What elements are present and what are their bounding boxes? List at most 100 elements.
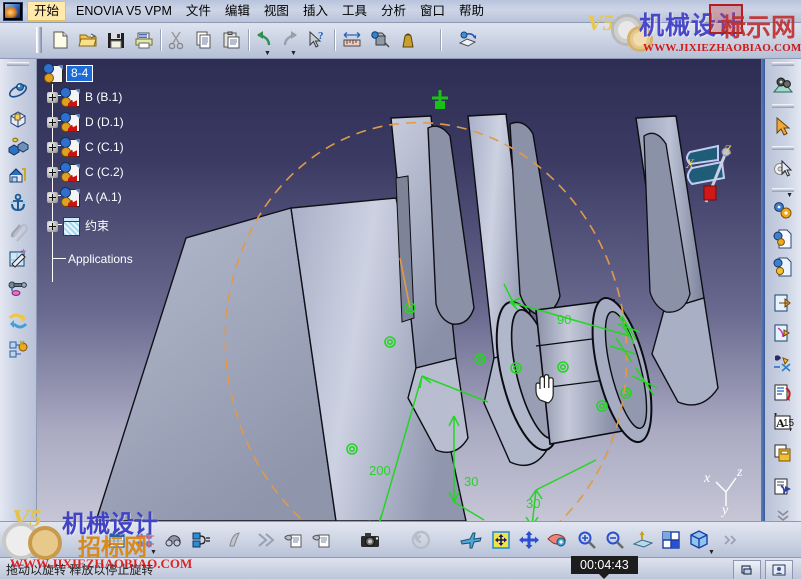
multi-view-button[interactable] xyxy=(658,527,684,553)
manipulation-button[interactable] xyxy=(5,78,31,104)
clash-detect-button[interactable] xyxy=(5,134,31,160)
menu-file[interactable]: 文件 xyxy=(179,1,218,21)
menu-edit[interactable]: 编辑 xyxy=(218,1,257,21)
tree-item-c-2[interactable]: C (C.2) xyxy=(47,161,126,183)
window-restore-button[interactable] xyxy=(733,560,761,579)
left-toolbar-grip[interactable] xyxy=(7,62,29,66)
assembly-feature-button[interactable] xyxy=(5,162,31,188)
measure-between-button[interactable] xyxy=(340,28,364,52)
sketch-button[interactable] xyxy=(5,246,31,272)
move-dropdown-arrow-icon[interactable]: ▼ xyxy=(150,549,157,556)
measure-inertia-button[interactable] xyxy=(396,28,420,52)
fix-component-button[interactable] xyxy=(5,190,31,216)
manipulate-button[interactable] xyxy=(160,527,186,553)
menu-window[interactable]: 窗口 xyxy=(413,1,452,21)
zoom-in-button[interactable] xyxy=(574,527,600,553)
axis-triad xyxy=(715,477,737,506)
rotate-button[interactable] xyxy=(544,527,570,553)
save-button[interactable] xyxy=(104,28,128,52)
contact-constraint-button[interactable] xyxy=(5,218,31,244)
menu-enovia[interactable]: ENOVIA V5 VPM xyxy=(69,1,179,21)
undo-dropdown-arrow-icon[interactable]: ▼ xyxy=(264,50,271,57)
right-toolbar-grip-4[interactable] xyxy=(772,188,794,192)
vertical-scrollbar[interactable] xyxy=(761,58,765,521)
svg-text:15: 15 xyxy=(783,418,794,429)
tree-item-c-1[interactable]: C (C.1) xyxy=(47,136,126,158)
menu-view[interactable]: 视图 xyxy=(257,1,296,21)
expand-plus-icon[interactable] xyxy=(47,91,58,103)
expand-plus-icon[interactable] xyxy=(47,220,58,232)
grid-button[interactable] xyxy=(104,527,130,553)
info-button[interactable] xyxy=(765,560,793,579)
expand-plus-icon[interactable] xyxy=(47,116,58,128)
undo-button[interactable] xyxy=(252,28,276,52)
axis-x-label: x xyxy=(703,471,711,486)
mechanism-button[interactable] xyxy=(5,274,31,300)
apply-material-button[interactable] xyxy=(224,527,250,553)
whats-this-button[interactable]: ? xyxy=(304,28,328,52)
render-button[interactable] xyxy=(408,527,434,553)
menu-analyze[interactable]: 分析 xyxy=(374,1,413,21)
normal-view-button[interactable] xyxy=(630,527,656,553)
product-structure-button[interactable] xyxy=(770,72,796,98)
tree-item-d-1[interactable]: D (D.1) xyxy=(47,111,126,133)
open-button[interactable] xyxy=(76,28,100,52)
menu-insert[interactable]: 插入 xyxy=(296,1,335,21)
report-button[interactable] xyxy=(770,474,796,500)
export-button[interactable] xyxy=(770,290,796,316)
new-button[interactable] xyxy=(48,28,72,52)
capture-album-button[interactable] xyxy=(308,527,334,553)
cut-button[interactable] xyxy=(164,28,188,52)
expand-plus-icon[interactable] xyxy=(47,191,58,203)
new-product-button[interactable] xyxy=(770,254,796,280)
catia-application-window: 开始 ENOVIA V5 VPM 文件 编辑 视图 插入 工具 分析 窗口 帮助… xyxy=(0,0,801,579)
explode-button[interactable] xyxy=(5,106,31,132)
compass-x-label: X xyxy=(685,156,695,171)
print-button[interactable] xyxy=(132,28,156,52)
3d-viewport[interactable]: 90 200 30 30 X Z x y z 8-4 B (B.1) D (D.… xyxy=(36,58,765,521)
update-button[interactable] xyxy=(456,28,480,52)
import-button[interactable] xyxy=(770,320,796,346)
tree-item-b-1[interactable]: B (B.1) xyxy=(47,86,124,108)
tree-root-product[interactable]: 8-4 xyxy=(44,62,94,84)
expand-plus-icon[interactable] xyxy=(47,141,58,153)
annotation-button[interactable] xyxy=(770,380,796,406)
flexible-button[interactable] xyxy=(5,308,31,334)
paint-button[interactable] xyxy=(770,350,796,376)
tree-item-a-1[interactable]: A (A.1) xyxy=(47,186,124,208)
toolbar-grip[interactable] xyxy=(36,27,42,53)
text-label-button[interactable]: A 15 xyxy=(770,410,796,436)
tree-item-applications[interactable]: Applications xyxy=(66,248,135,270)
paste-button[interactable] xyxy=(220,28,244,52)
redo-button[interactable] xyxy=(278,28,302,52)
fly-mode-button[interactable] xyxy=(458,527,484,553)
select-button[interactable] xyxy=(770,114,796,140)
right-toolbar-grip-2[interactable] xyxy=(772,104,794,108)
windows-logo-icon[interactable] xyxy=(3,1,23,21)
right-toolbar-grip[interactable] xyxy=(772,62,794,66)
new-part-button[interactable] xyxy=(770,226,796,252)
selection-set-button[interactable] xyxy=(770,156,796,182)
redo-dropdown-arrow-icon[interactable]: ▼ xyxy=(290,50,297,57)
right-toolbar-grip-3[interactable] xyxy=(772,146,794,150)
tree-item-a-1-label: A (A.1) xyxy=(85,189,122,204)
pan-button[interactable] xyxy=(516,527,542,553)
fit-all-in-button[interactable] xyxy=(488,527,514,553)
measure-item-button[interactable] xyxy=(368,28,392,52)
copy-page-button[interactable] xyxy=(770,440,796,466)
capture-page-button[interactable] xyxy=(280,527,306,553)
overflow-button[interactable] xyxy=(718,527,744,553)
camera-button[interactable] xyxy=(358,527,384,553)
fast-forward-button[interactable] xyxy=(252,527,278,553)
tree-item-constraints[interactable]: 约束 xyxy=(47,215,111,237)
scene-button[interactable] xyxy=(5,336,31,362)
tree-layout-button[interactable] xyxy=(188,527,214,553)
menu-tools[interactable]: 工具 xyxy=(335,1,374,21)
menu-help[interactable]: 帮助 xyxy=(452,1,491,21)
zoom-out-button[interactable] xyxy=(602,527,628,553)
view-dropdown-arrow-icon[interactable]: ▼ xyxy=(708,549,715,556)
expand-plus-icon[interactable] xyxy=(47,166,58,178)
copy-button[interactable] xyxy=(192,28,216,52)
start-menu-button[interactable]: 开始 xyxy=(27,1,67,21)
catalog-button[interactable] xyxy=(770,198,796,224)
